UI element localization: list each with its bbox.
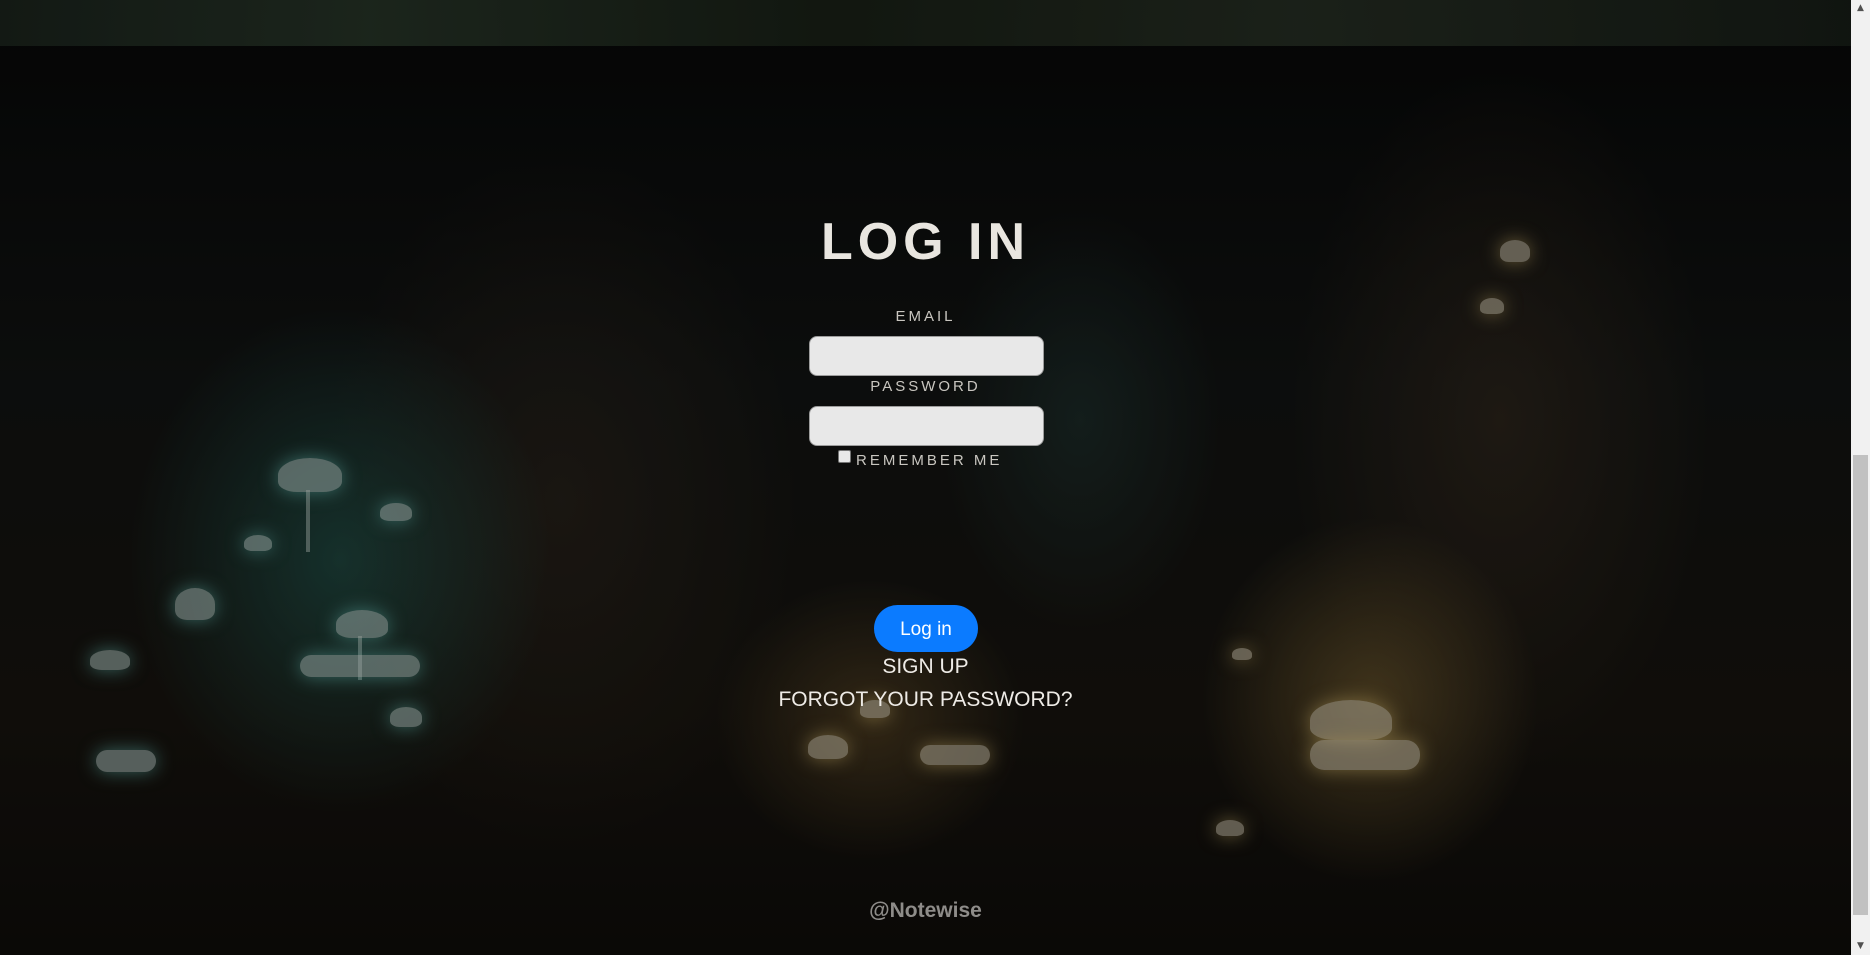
forgot-password-link[interactable]: FORGOT YOUR PASSWORD? [0,688,1851,712]
vertical-scrollbar[interactable]: ▲ ▼ [1851,0,1870,955]
login-button[interactable]: Log in [874,605,978,652]
footer-credit: @Notewise [869,899,982,922]
scroll-thumb[interactable] [1853,455,1868,915]
email-label: EMAIL [895,308,956,325]
password-label: PASSWORD [870,378,981,395]
scroll-up-icon[interactable]: ▲ [1851,0,1870,17]
login-form: LOG IN EMAIL PASSWORD REMEMBER ME Log in… [0,0,1851,955]
remember-me-label: REMEMBER ME [856,451,1003,469]
login-page: LOG IN EMAIL PASSWORD REMEMBER ME Log in… [0,0,1870,955]
sign-up-link[interactable]: SIGN UP [0,655,1851,679]
scroll-down-icon[interactable]: ▼ [1851,938,1870,955]
password-field[interactable] [809,406,1044,446]
page-title: LOG IN [820,213,1031,271]
remember-me-checkbox[interactable] [838,449,851,463]
remember-me-row: REMEMBER ME [838,447,1002,469]
email-field[interactable] [809,336,1044,376]
